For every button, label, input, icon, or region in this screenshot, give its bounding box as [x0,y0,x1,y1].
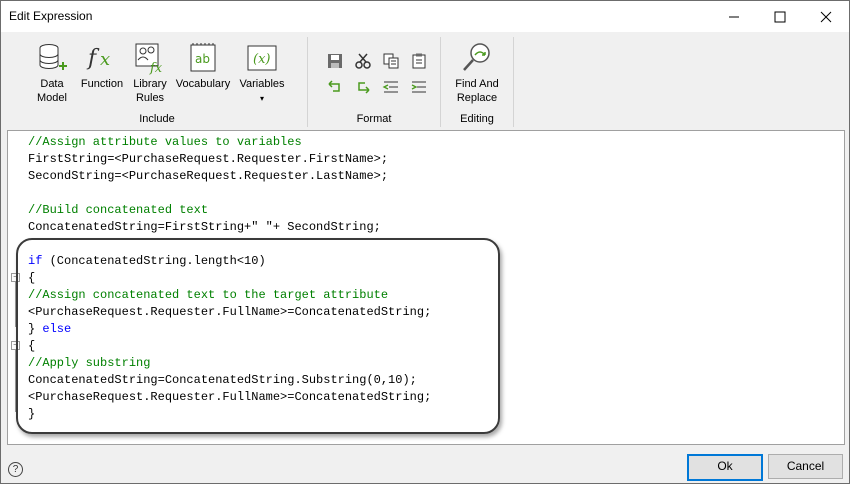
function-button[interactable]: f x Function [79,41,125,91]
code-line: FirstString=<PurchaseRequest.Requester.F… [28,151,431,168]
find-replace-button[interactable]: Find And Replace [445,41,509,105]
title-bar: Edit Expression [1,1,849,32]
include-group-label: Include [139,113,175,125]
svg-text:ab: ab [195,52,210,66]
code-token: //Build concatenated text [28,203,209,217]
cut-icon[interactable] [354,53,372,69]
save-icon[interactable] [326,53,344,69]
editing-group: Find And Replace Editing [441,37,514,127]
svg-text:x: x [100,49,110,70]
svg-text:f: f [86,46,100,71]
ribbon: Data Model f x Function fx Library Rules… [7,35,843,127]
code-line: ConcatenatedString=FirstString+" "+ Seco… [28,219,431,236]
database-icon [39,44,67,70]
find-replace-label-2: Replace [456,92,498,104]
data-model-label-1: Data [40,78,64,90]
expression-editor[interactable]: − − //Assign attribute values to variabl… [7,130,845,445]
redo-icon[interactable] [354,79,372,95]
minimize-button[interactable] [711,1,757,32]
dialog-title: Edit Expression [9,9,93,23]
find-replace-icon [463,43,490,71]
minimize-icon [729,16,739,17]
format-group-label: Format [356,113,392,125]
svg-text:fx: fx [149,61,163,75]
variables-label: Variables [239,78,285,90]
edit-expression-dialog: Edit Expression Data Model f x Function … [0,0,850,484]
close-button[interactable] [803,1,849,32]
vocabulary-label: Vocabulary [175,78,231,90]
maximize-icon [774,11,786,22]
variables-button[interactable]: (x) Variables ▾ [237,41,287,106]
data-model-button[interactable]: Data Model [29,41,75,105]
dialog-footer: ? Ok Cancel [1,449,849,483]
indent-icon[interactable] [410,79,428,95]
code-line: SecondString=<PurchaseRequest.Requester.… [28,168,431,185]
code-token: ConcatenatedString=FirstString+" "+ Seco… [28,220,381,234]
help-icon[interactable]: ? [8,462,23,477]
library-rules-label-2: Rules [135,92,165,104]
close-icon [820,11,832,22]
maximize-button[interactable] [757,1,803,32]
variables-icon: (x) [247,45,277,71]
find-replace-label-1: Find And [455,78,499,90]
code-token: FirstString=<PurchaseRequest.Requester.F… [28,152,389,166]
data-model-label-2: Model [37,92,67,104]
code-line: //Build concatenated text [28,202,431,219]
undo-icon[interactable] [326,79,344,95]
paste-icon[interactable] [410,53,428,69]
format-group: Format [308,37,441,127]
svg-text:(x): (x) [253,52,270,67]
library-rules-icon: fx [135,43,163,75]
highlight-callout [16,238,500,434]
editing-group-label: Editing [460,113,494,125]
library-rules-button[interactable]: fx Library Rules [127,41,173,105]
variables-dropdown-icon: ▾ [259,94,264,103]
library-rules-label-1: Library [133,78,167,90]
code-line: //Assign attribute values to variables [28,134,431,151]
copy-icon[interactable] [382,53,400,69]
vocabulary-icon: ab [190,43,216,72]
cancel-button[interactable]: Cancel [768,454,843,479]
include-group: Data Model f x Function fx Library Rules… [7,37,308,127]
vocabulary-button[interactable]: ab Vocabulary [173,41,233,91]
function-label: Function [80,78,124,90]
function-icon: f x [86,46,110,71]
code-token: SecondString=<PurchaseRequest.Requester.… [28,169,389,183]
ok-button[interactable]: Ok [687,454,763,481]
code-token: //Assign attribute values to variables [28,135,302,149]
outdent-icon[interactable] [382,79,400,95]
